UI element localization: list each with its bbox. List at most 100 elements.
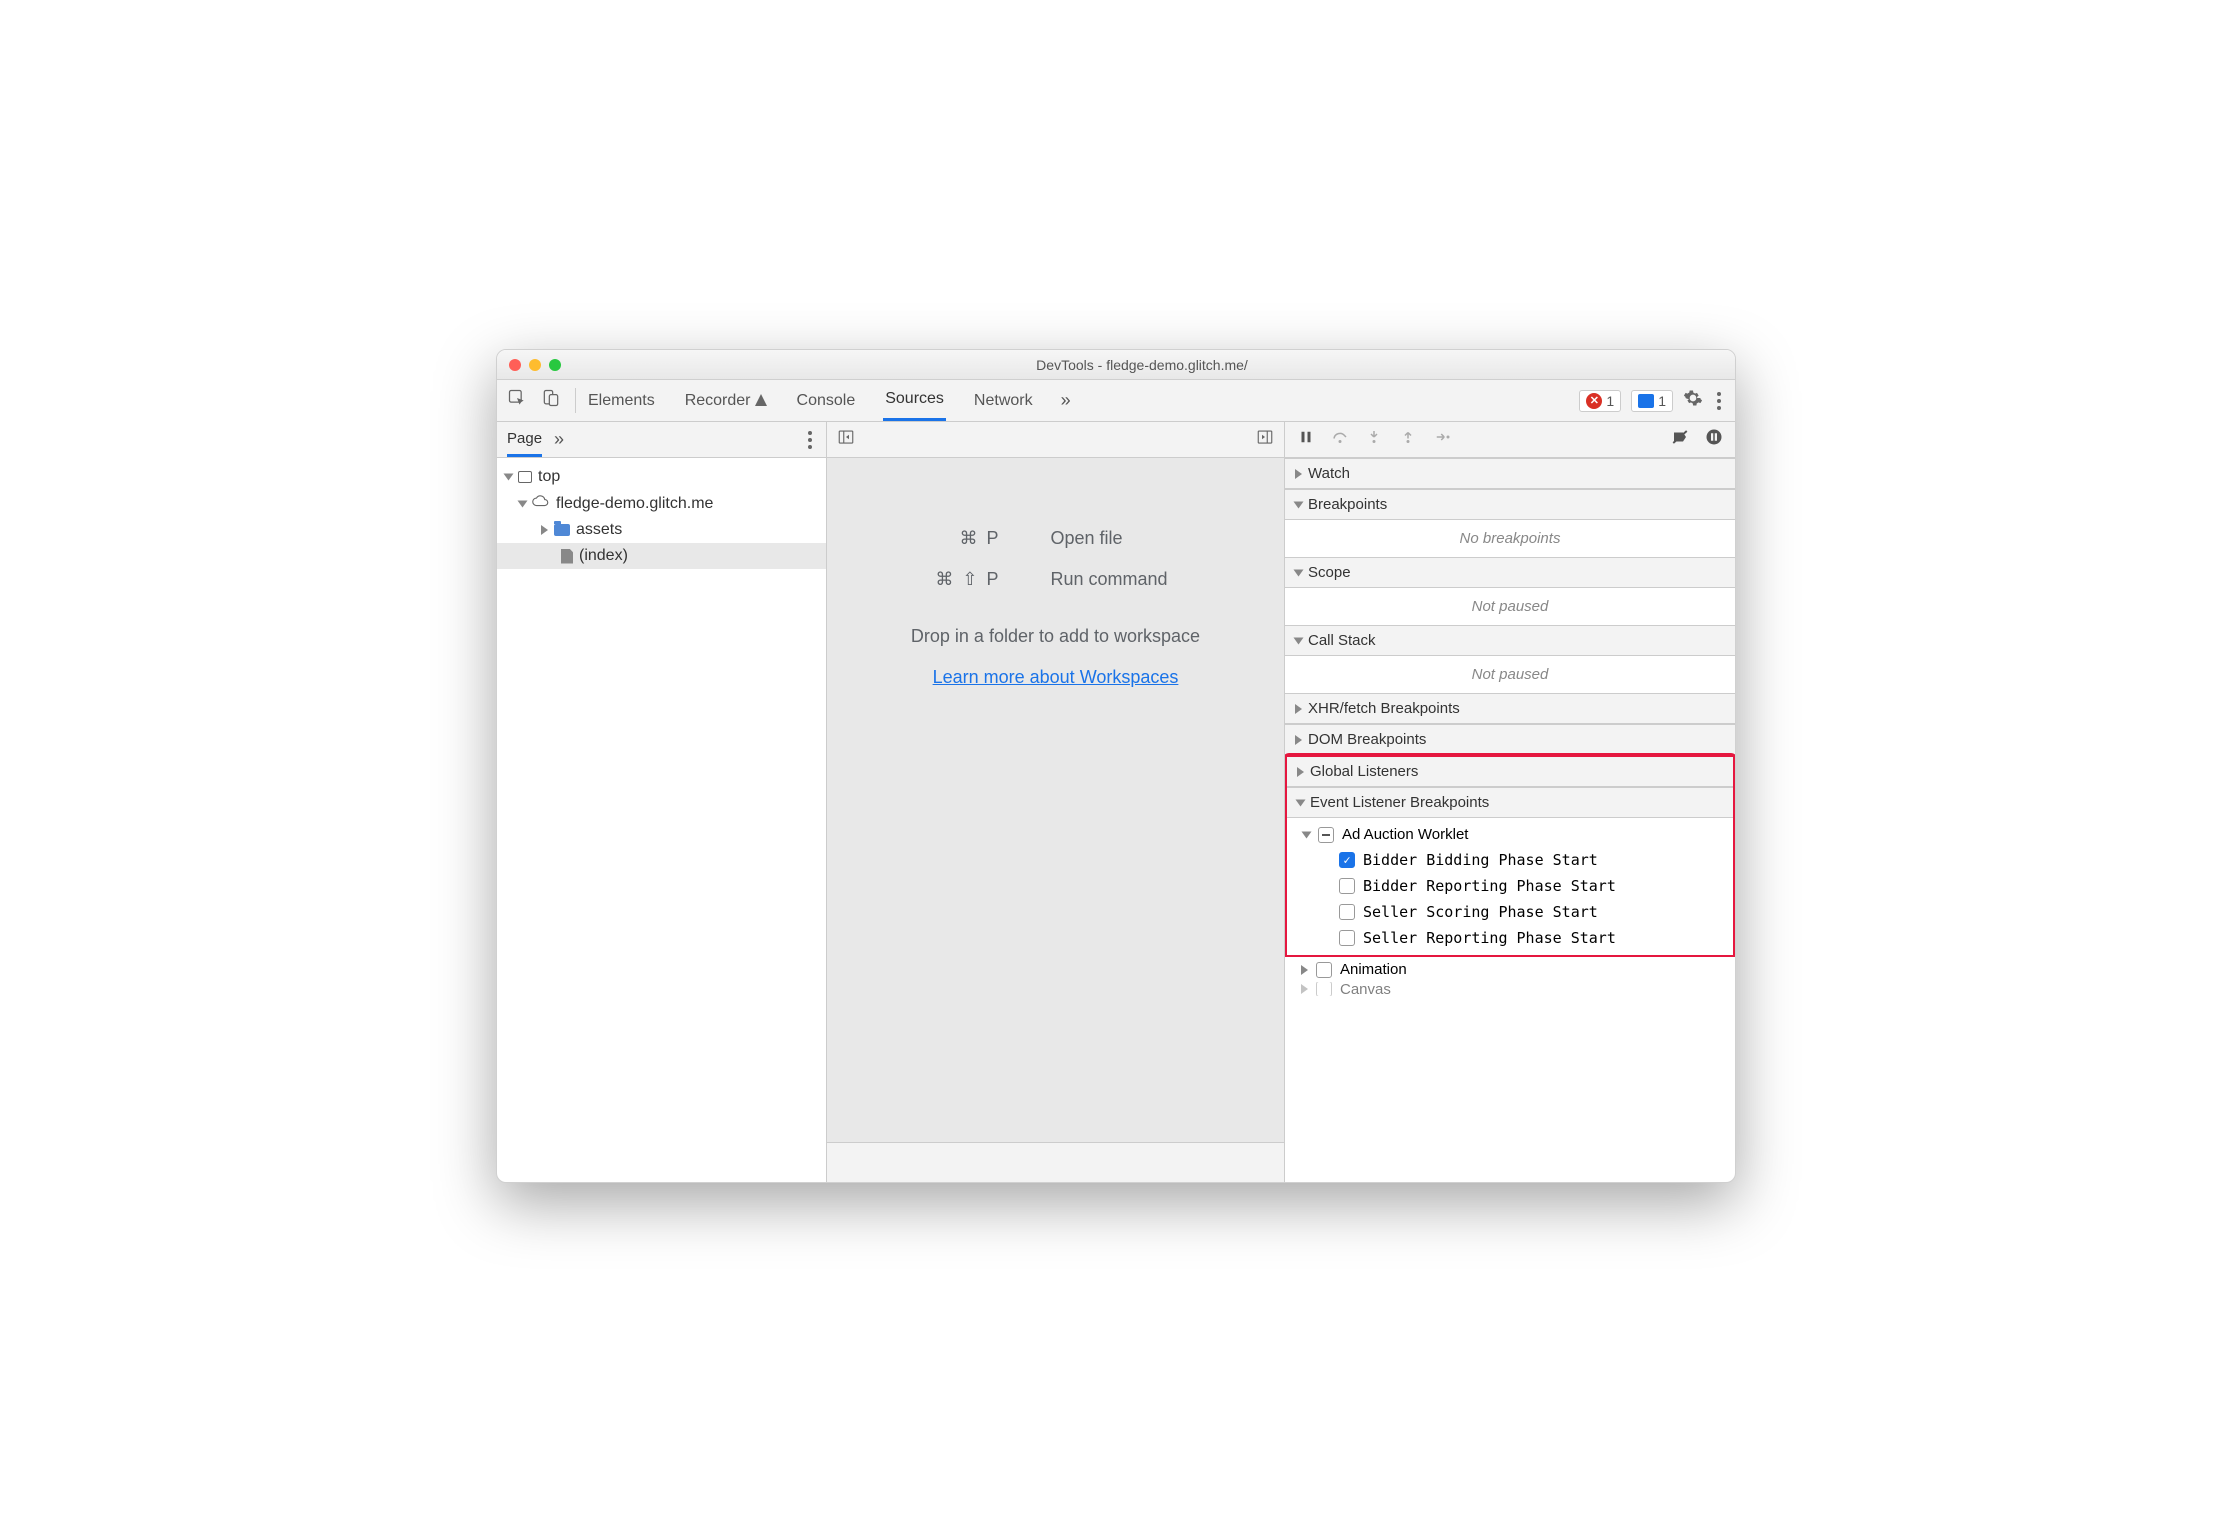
- page-subtab[interactable]: Page: [507, 423, 542, 457]
- chevron-down-icon: [504, 474, 514, 481]
- elb-item-bidder-reporting[interactable]: Bidder Reporting Phase Start: [1287, 873, 1733, 899]
- settings-button[interactable]: [1683, 388, 1703, 413]
- step-over-button[interactable]: [1331, 428, 1349, 451]
- chevron-right-icon: [1301, 984, 1308, 994]
- deactivate-breakpoints-button[interactable]: [1671, 428, 1689, 451]
- chevron-right-icon: [1295, 704, 1302, 714]
- item-label: Bidder Bidding Phase Start: [1363, 851, 1598, 869]
- elb-section-header[interactable]: Event Listener Breakpoints: [1287, 787, 1733, 818]
- errors-badge[interactable]: ✕ 1: [1579, 390, 1621, 412]
- tree-label: top: [538, 468, 560, 486]
- errors-count: 1: [1606, 393, 1614, 409]
- file-icon: [561, 549, 573, 564]
- show-debugger-button[interactable]: [1256, 428, 1274, 451]
- file-tree: top fledge-demo.glitch.me assets (ind: [497, 458, 826, 575]
- window-title: DevTools - fledge-demo.glitch.me/: [561, 357, 1723, 373]
- step-button[interactable]: [1433, 428, 1451, 451]
- error-icon: ✕: [1586, 393, 1602, 409]
- watch-section-header[interactable]: Watch: [1285, 458, 1735, 489]
- pause-button[interactable]: [1297, 428, 1315, 451]
- section-label: Event Listener Breakpoints: [1310, 794, 1489, 811]
- editor-placeholder: ⌘ P Open file ⌘ ⇧ P Run command Drop in …: [827, 458, 1284, 1142]
- tab-network[interactable]: Network: [972, 382, 1035, 420]
- callstack-section-header[interactable]: Call Stack: [1285, 625, 1735, 656]
- main-toolbar: Elements Recorder Console Sources Networ…: [497, 380, 1735, 422]
- elb-category-canvas[interactable]: Canvas: [1285, 982, 1735, 996]
- elb-item-seller-scoring[interactable]: Seller Scoring Phase Start: [1287, 899, 1733, 925]
- scope-empty-text: Not paused: [1285, 588, 1735, 625]
- frame-icon: [518, 471, 532, 483]
- chevron-right-icon: [1297, 767, 1304, 777]
- item-label: Bidder Reporting Phase Start: [1363, 877, 1616, 895]
- inspect-element-icon[interactable]: [507, 388, 527, 413]
- navigator-menu-button[interactable]: [804, 427, 816, 453]
- tab-sources[interactable]: Sources: [883, 380, 946, 421]
- breakpoints-section-header[interactable]: Breakpoints: [1285, 489, 1735, 520]
- navigator-toolbar: Page »: [497, 422, 826, 458]
- learn-workspaces-link[interactable]: Learn more about Workspaces: [933, 667, 1179, 688]
- run-command-label: Run command: [1051, 569, 1231, 590]
- panel-tabs: Elements Recorder Console Sources Networ…: [586, 380, 1579, 421]
- tab-recorder[interactable]: Recorder: [683, 382, 769, 420]
- tree-label: fledge-demo.glitch.me: [556, 495, 713, 513]
- chevron-down-icon: [1296, 799, 1306, 806]
- devtools-window: DevTools - fledge-demo.glitch.me/ Elemen…: [496, 349, 1736, 1183]
- item-label: Seller Scoring Phase Start: [1363, 903, 1598, 921]
- chevron-down-icon: [1302, 831, 1312, 838]
- messages-count: 1: [1658, 393, 1666, 409]
- traffic-lights: [509, 359, 561, 371]
- device-toggle-icon[interactable]: [541, 388, 561, 413]
- checkbox-indeterminate[interactable]: [1318, 827, 1334, 843]
- step-into-button[interactable]: [1365, 428, 1383, 451]
- category-label: Canvas: [1340, 982, 1391, 996]
- show-navigator-button[interactable]: [837, 428, 855, 451]
- dom-section-header[interactable]: DOM Breakpoints: [1285, 724, 1735, 755]
- chevron-right-icon: [1295, 735, 1302, 745]
- elb-category-ad-auction[interactable]: Ad Auction Worklet: [1287, 822, 1733, 847]
- tree-origin[interactable]: fledge-demo.glitch.me: [497, 490, 826, 517]
- checkbox[interactable]: [1339, 904, 1355, 920]
- tab-console[interactable]: Console: [795, 382, 858, 420]
- chevron-right-icon: [1301, 965, 1308, 975]
- checkbox[interactable]: [1339, 852, 1355, 868]
- editor-pane: ⌘ P Open file ⌘ ⇧ P Run command Drop in …: [827, 422, 1285, 1182]
- kebab-menu-button[interactable]: [1713, 388, 1725, 414]
- tree-file-index[interactable]: (index): [497, 543, 826, 569]
- section-label: Scope: [1308, 564, 1351, 581]
- scope-section-header[interactable]: Scope: [1285, 557, 1735, 588]
- checkbox[interactable]: [1316, 962, 1332, 978]
- debugger-pane: Watch Breakpoints No breakpoints Scope N…: [1285, 422, 1735, 1182]
- elb-item-bidder-bidding[interactable]: Bidder Bidding Phase Start: [1287, 847, 1733, 873]
- xhr-section-header[interactable]: XHR/fetch Breakpoints: [1285, 693, 1735, 724]
- tree-label: assets: [576, 521, 622, 539]
- tree-folder-assets[interactable]: assets: [497, 517, 826, 543]
- elb-continued: Animation Canvas: [1285, 957, 1735, 1000]
- checkbox[interactable]: [1339, 878, 1355, 894]
- elb-body: Ad Auction Worklet Bidder Bidding Phase …: [1287, 818, 1733, 955]
- elb-item-seller-reporting[interactable]: Seller Reporting Phase Start: [1287, 925, 1733, 951]
- pause-on-exceptions-button[interactable]: [1705, 428, 1723, 451]
- message-icon: [1638, 394, 1654, 408]
- section-label: Global Listeners: [1310, 763, 1418, 780]
- section-label: XHR/fetch Breakpoints: [1308, 700, 1460, 717]
- tree-top-frame[interactable]: top: [497, 464, 826, 490]
- more-subtabs-button[interactable]: »: [554, 429, 564, 450]
- tab-elements[interactable]: Elements: [586, 382, 657, 420]
- checkbox[interactable]: [1316, 982, 1332, 996]
- more-tabs-button[interactable]: »: [1061, 390, 1071, 411]
- fullscreen-window-button[interactable]: [549, 359, 561, 371]
- step-out-button[interactable]: [1399, 428, 1417, 451]
- folder-icon: [554, 524, 570, 536]
- section-label: DOM Breakpoints: [1308, 731, 1426, 748]
- section-label: Breakpoints: [1308, 496, 1387, 513]
- close-window-button[interactable]: [509, 359, 521, 371]
- global-listeners-section-header[interactable]: Global Listeners: [1287, 757, 1733, 787]
- debugger-toolbar: [1285, 422, 1735, 458]
- messages-badge[interactable]: 1: [1631, 390, 1673, 412]
- elb-category-animation[interactable]: Animation: [1285, 957, 1735, 982]
- checkbox[interactable]: [1339, 930, 1355, 946]
- minimize-window-button[interactable]: [529, 359, 541, 371]
- editor-footer: [827, 1142, 1284, 1182]
- open-file-label: Open file: [1051, 528, 1231, 549]
- chevron-right-icon: [1295, 469, 1302, 479]
